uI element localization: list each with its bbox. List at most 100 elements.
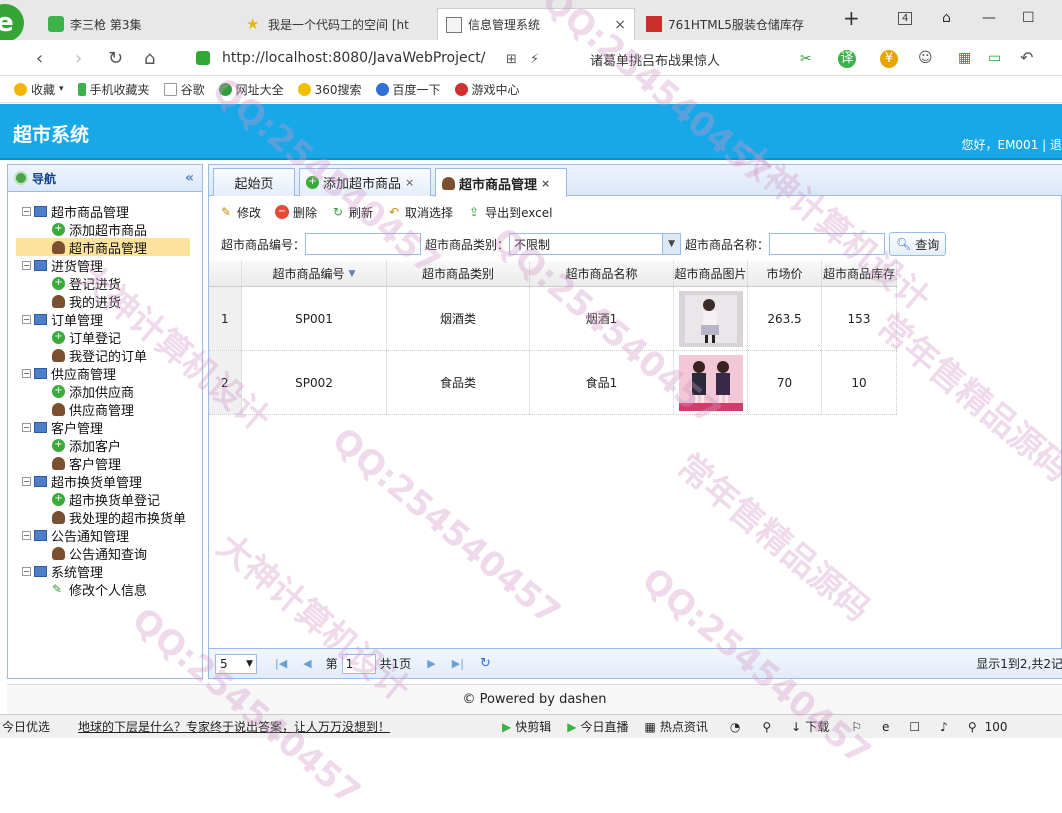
- translate-icon[interactable]: 译: [838, 50, 856, 68]
- column-header-price[interactable]: 市场价: [748, 261, 822, 286]
- tree-item-my-purchase[interactable]: 我的进货: [52, 292, 121, 311]
- maximize-icon[interactable]: ☐: [1022, 10, 1035, 26]
- code-filter-input[interactable]: [305, 233, 422, 255]
- next-page-icon[interactable]: ▶: [427, 657, 435, 670]
- column-header-image[interactable]: 超市商品图片: [674, 261, 748, 286]
- category-filter-select[interactable]: 不限制 ▼: [509, 233, 682, 255]
- tab-goods-manage[interactable]: 超市商品管理 ×: [435, 168, 567, 197]
- back-icon[interactable]: ‹: [36, 48, 43, 69]
- tree-item-order-register[interactable]: + 订单登记: [52, 328, 121, 347]
- tree-group-purchase[interactable]: − 进货管理: [22, 256, 103, 275]
- table-row[interactable]: 2 SP002 食品类 食品1 70 10: [209, 351, 897, 415]
- sound-icon[interactable]: ♪: [940, 720, 948, 734]
- tree-group-notice[interactable]: − 公告通知管理: [22, 526, 129, 545]
- zoom-level[interactable]: 100: [985, 720, 1008, 734]
- tree-item-goods-manage[interactable]: 超市商品管理: [16, 238, 190, 257]
- zoom-icon[interactable]: ⚲: [968, 720, 977, 734]
- bookmark-baidu[interactable]: 百度一下: [375, 81, 441, 98]
- delete-button[interactable]: − 删除: [275, 204, 317, 221]
- collapse-toggle-icon[interactable]: −: [22, 314, 31, 324]
- column-header-stock[interactable]: 超市商品库存: [822, 261, 897, 286]
- new-tab-icon[interactable]: +: [843, 6, 860, 30]
- refresh-button[interactable]: ↻ 刷新: [331, 204, 373, 221]
- pin-icon[interactable]: ⚲: [762, 720, 771, 734]
- search-input[interactable]: 诸葛单挑吕布战果惊人: [590, 50, 720, 69]
- tree-group-goods[interactable]: − 超市商品管理: [22, 202, 129, 221]
- browser-tab[interactable]: 李三枪 第3集: [40, 8, 236, 40]
- flash-icon[interactable]: ⚡: [530, 52, 539, 67]
- minimize-icon[interactable]: —: [982, 10, 996, 26]
- tree-group-supplier[interactable]: − 供应商管理: [22, 364, 116, 383]
- tree-item-add-customer[interactable]: + 添加客户: [52, 436, 121, 455]
- bookmark-favorites[interactable]: 收藏 ▾: [14, 81, 64, 98]
- collapse-toggle-icon[interactable]: −: [22, 422, 31, 432]
- bookmark-games[interactable]: 游戏中心: [454, 81, 520, 98]
- first-page-icon[interactable]: |◀: [275, 657, 287, 670]
- tree-item-customer-manage[interactable]: 客户管理: [52, 454, 121, 473]
- speed-icon[interactable]: ◔: [730, 720, 740, 734]
- browser-tab-active[interactable]: 信息管理系统 ×: [437, 8, 635, 40]
- status-left[interactable]: 今日优选: [2, 718, 50, 735]
- apps-icon[interactable]: ⊞: [506, 52, 517, 67]
- tab-count-badge[interactable]: 4: [898, 12, 913, 25]
- tree-item-my-exchange[interactable]: 我处理的超市换货单: [52, 508, 186, 527]
- coin-icon[interactable]: ¥: [880, 50, 898, 68]
- status-news-link[interactable]: 地球的下层是什么？专家终于说出答案，让人万万没想到！: [78, 718, 390, 735]
- close-tab-icon[interactable]: ×: [608, 17, 626, 33]
- status-item-download[interactable]: ↓ 下载: [791, 718, 829, 735]
- column-header-category[interactable]: 超市商品类别: [387, 261, 530, 286]
- game-icon[interactable]: ☺: [918, 50, 933, 66]
- tree-item-supplier-manage[interactable]: 供应商管理: [52, 400, 134, 419]
- forward-icon[interactable]: ›: [75, 48, 82, 69]
- unselect-button[interactable]: ↶ 取消选择: [387, 204, 453, 221]
- tree-item-register-purchase[interactable]: + 登记进货: [52, 274, 121, 293]
- url-field[interactable]: http://localhost:8080/JavaWebProject/: [196, 46, 576, 70]
- edit-button[interactable]: ✎ 修改: [219, 204, 261, 221]
- status-item-live[interactable]: ▶ 今日直播: [567, 718, 628, 735]
- tree-item-add-goods[interactable]: + 添加超市商品: [52, 220, 147, 239]
- collapse-toggle-icon[interactable]: −: [22, 260, 31, 270]
- tree-group-customer[interactable]: − 客户管理: [22, 418, 103, 437]
- home-icon[interactable]: ⌂: [144, 48, 155, 69]
- page-number-input[interactable]: 1: [341, 653, 376, 674]
- collapse-toggle-icon[interactable]: −: [22, 530, 31, 540]
- close-icon[interactable]: ×: [405, 176, 414, 189]
- tree-group-exchange[interactable]: − 超市换货单管理: [22, 472, 142, 491]
- bookmark-360[interactable]: 360搜索: [297, 81, 362, 98]
- collapse-icon[interactable]: «: [185, 170, 194, 186]
- browser-tab[interactable]: 761HTML5服装仓储库存: [638, 8, 824, 40]
- flag-icon[interactable]: ⚐: [851, 720, 862, 734]
- collapse-toggle-icon[interactable]: −: [22, 206, 31, 216]
- browser-logo-icon[interactable]: e: [0, 4, 24, 42]
- ie-icon[interactable]: e: [882, 720, 889, 734]
- export-excel-button[interactable]: ⇪ 导出到excel: [467, 204, 552, 221]
- table-row[interactable]: 1 SP001 烟酒类 烟酒1 263.5 153: [209, 287, 897, 351]
- tree-group-order[interactable]: − 订单管理: [22, 310, 103, 329]
- bookmark-sites[interactable]: 网址大全: [218, 81, 284, 98]
- tab-home[interactable]: 起始页: [213, 168, 295, 196]
- battery-icon[interactable]: ▭: [988, 50, 1001, 66]
- column-header-name[interactable]: 超市商品名称: [530, 261, 674, 286]
- status-item-news[interactable]: ▦ 热点资讯: [645, 718, 708, 735]
- column-header-code[interactable]: 超市商品编号 ▼: [242, 261, 387, 286]
- tab-add-goods[interactable]: + 添加超市商品 ×: [299, 168, 431, 196]
- bookmark-google[interactable]: 谷歌: [163, 81, 205, 98]
- page-size-select[interactable]: 5 ▼: [215, 653, 257, 674]
- bookmark-mobile[interactable]: 手机收藏夹: [77, 81, 150, 98]
- shirt-icon[interactable]: ⌂: [942, 10, 951, 26]
- collapse-toggle-icon[interactable]: −: [22, 476, 31, 486]
- status-item-edit[interactable]: ▶ 快剪辑: [502, 718, 551, 735]
- undo-icon[interactable]: ↶: [1020, 48, 1033, 67]
- query-button[interactable]: 🔍︎ 查询: [889, 232, 947, 256]
- tree-item-edit-profile[interactable]: ✎ 修改个人信息: [52, 580, 147, 599]
- scissors-icon[interactable]: ✂: [800, 51, 812, 67]
- tree-item-add-supplier[interactable]: + 添加供应商: [52, 382, 134, 401]
- tree-item-my-orders[interactable]: 我登记的订单: [52, 346, 147, 365]
- collapse-toggle-icon[interactable]: −: [22, 566, 31, 576]
- window-icon[interactable]: ☐: [909, 720, 920, 734]
- tree-group-system[interactable]: − 系统管理: [22, 562, 103, 581]
- tree-item-notice-query[interactable]: 公告通知查询: [52, 544, 147, 563]
- name-filter-input[interactable]: [769, 233, 886, 255]
- extensions-icon[interactable]: ▦: [958, 50, 971, 66]
- prev-page-icon[interactable]: ◀: [303, 657, 311, 670]
